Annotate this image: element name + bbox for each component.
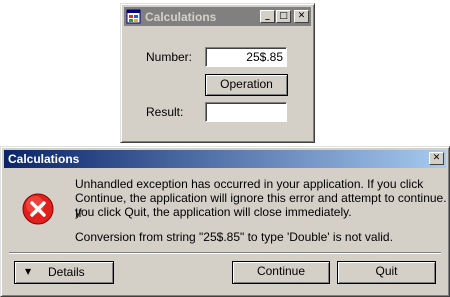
dialog-titlebar[interactable]: Calculations ✕ [4, 150, 446, 168]
operation-button[interactable]: Operation [205, 74, 288, 96]
window-titlebar[interactable]: Calculations _ □ ✕ [124, 7, 311, 26]
dialog-divider [9, 252, 441, 254]
continue-button[interactable]: Continue [232, 261, 330, 284]
dialog-close-button[interactable]: ✕ [429, 152, 444, 165]
quit-button[interactable]: Quit [337, 261, 436, 284]
close-button[interactable]: ✕ [294, 10, 309, 23]
dialog-title: Calculations [8, 152, 80, 166]
app-icon [126, 9, 141, 24]
number-input[interactable]: 25$.85 [205, 47, 287, 67]
result-label: Result: [146, 105, 184, 119]
calculations-window: Calculations _ □ ✕ [120, 3, 315, 143]
chevron-down-icon: ▼ [25, 267, 32, 276]
error-icon [22, 193, 54, 225]
minimize-button[interactable]: _ [260, 10, 275, 23]
result-output[interactable] [205, 102, 287, 122]
number-label: Number: [146, 50, 193, 64]
message-line-1: Unhandled exception has occurred in your… [75, 177, 424, 191]
details-label: Details [48, 265, 85, 279]
message-line-3: you click Quit, the application will clo… [75, 205, 352, 219]
window-title: Calculations [145, 10, 217, 24]
error-detail-message: Conversion from string "25$.85" to type … [75, 230, 393, 244]
maximize-button[interactable]: □ [276, 10, 291, 23]
details-button[interactable]: ▼ Details [14, 261, 114, 284]
